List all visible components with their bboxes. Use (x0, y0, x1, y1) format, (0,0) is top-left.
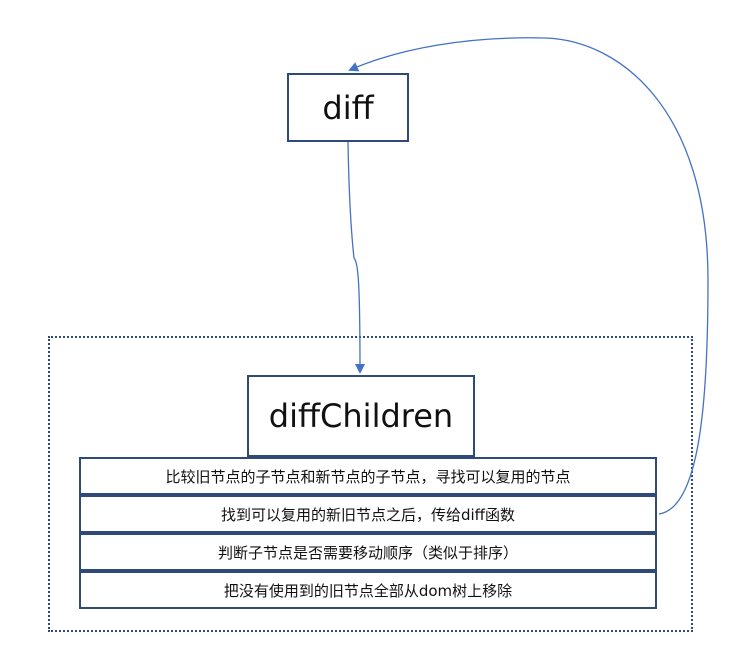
diffchildren-node: diffChildren (247, 375, 475, 457)
step-label: 找到可以复用的新旧节点之后，传给diff函数 (220, 505, 516, 524)
step-remove-unused: 把没有使用到的旧节点全部从dom树上移除 (79, 571, 657, 609)
diff-node-label: diff (322, 88, 374, 127)
step-label: 把没有使用到的旧节点全部从dom树上移除 (223, 581, 513, 600)
step-label: 判断子节点是否需要移动顺序（类似于排序） (217, 543, 518, 562)
step-compare-children: 比较旧节点的子节点和新节点的子节点，寻找可以复用的节点 (79, 457, 657, 495)
step-label: 比较旧节点的子节点和新节点的子节点，寻找可以复用的节点 (165, 467, 571, 486)
step-check-move-order: 判断子节点是否需要移动顺序（类似于排序） (79, 533, 657, 571)
diffchildren-node-label: diffChildren (268, 397, 454, 435)
step-pass-to-diff: 找到可以复用的新旧节点之后，传给diff函数 (79, 495, 657, 533)
diff-node: diff (287, 73, 409, 142)
diff-to-diffchildren-arrow (347, 141, 365, 374)
